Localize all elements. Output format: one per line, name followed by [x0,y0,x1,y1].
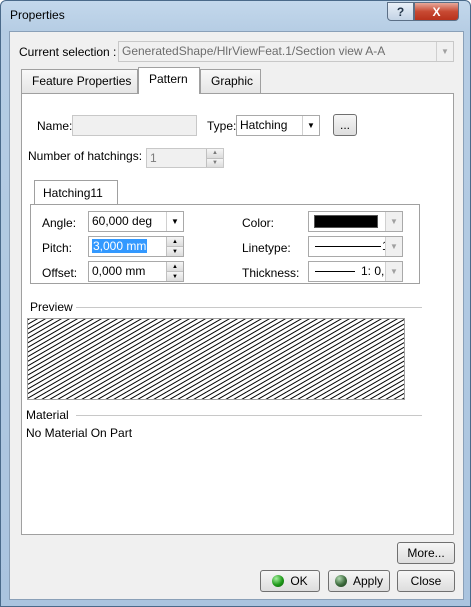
chevron-down-icon: ▼ [385,212,402,231]
angle-value: 60,000 deg [92,214,153,228]
thickness-preview-line [315,271,355,272]
current-selection-label: Current selection : [19,45,117,59]
num-hatchings-label: Number of hatchings: [28,149,143,163]
name-input[interactable] [72,115,197,136]
current-selection-value: GeneratedShape/HlrViewFeat.1/Section vie… [122,44,386,58]
close-button-label: Close [410,574,442,588]
hatch-pattern-graphic [28,319,404,399]
subtab-label: Hatching11 [43,186,103,200]
tab-label: Graphic [211,74,254,88]
window-close-button[interactable]: X [414,2,459,21]
material-divider [76,415,422,416]
type-value: Hatching [240,118,288,132]
spin-arrows-icon[interactable]: ▲ ▼ [206,149,223,167]
pitch-value: 3,000 mm [92,239,148,253]
pattern-panel: Name: Type: Hatching ▼ ... Number of hat… [21,93,454,535]
tab-graphic[interactable]: Graphic [200,69,261,93]
apply-button-label: Apply [352,574,384,588]
ok-button[interactable]: OK [260,570,320,592]
type-select[interactable]: Hatching ▼ [236,115,320,136]
spin-arrows-icon[interactable]: ▲ ▼ [166,262,183,281]
thickness-select[interactable]: 1: 0, ▼ [308,261,403,282]
material-value: No Material On Part [26,426,133,440]
tab-label: Feature Properties [32,74,132,88]
chevron-down-icon: ▼ [302,116,319,135]
more-dots-label: ... [339,118,350,132]
color-swatch [314,215,378,228]
offset-spinner[interactable]: 0,000 mm ▲ ▼ [88,261,184,282]
preview-label: Preview [30,300,73,314]
help-button[interactable]: ? [387,2,414,21]
offset-label: Offset: [42,266,78,280]
properties-window: Properties ? X Current selection : Gener… [0,0,471,607]
type-more-button[interactable]: ... [333,114,357,136]
offset-value: 0,000 mm [92,264,146,278]
apply-button[interactable]: Apply [328,570,390,592]
chevron-down-icon: ▼ [385,262,402,281]
material-label: Material [26,408,69,422]
linetype-label: Linetype: [242,241,291,255]
title-bar[interactable]: Properties ? X [1,1,470,31]
subtab-hatching11[interactable]: Hatching11 [34,180,118,205]
angle-select[interactable]: 60,000 deg ▼ [88,211,184,232]
tab-pattern[interactable]: Pattern [138,67,200,94]
chevron-down-icon: ▼ [385,237,402,256]
num-hatchings-spinner[interactable]: 1 ▲ ▼ [146,148,224,168]
green-dot-icon [272,575,285,587]
chevron-down-icon: ▼ [436,42,453,61]
close-icon: X [432,4,441,19]
linetype-preview-line [315,246,381,247]
chevron-down-icon: ▼ [166,212,183,231]
help-icon: ? [396,4,405,19]
ok-button-label: OK [290,574,308,588]
thickness-value: 1: 0, [361,264,385,278]
color-label: Color: [242,216,275,230]
more-button-label: More... [407,546,445,560]
thickness-label: Thickness: [242,266,300,280]
tab-label: Pattern [149,72,188,86]
window-title: Properties [10,8,65,22]
name-label: Name: [37,119,73,133]
pitch-label: Pitch: [42,241,73,255]
more-button[interactable]: More... [397,542,455,564]
num-hatchings-value: 1 [150,151,157,165]
color-select[interactable]: ▼ [308,211,403,232]
current-selection-combo: GeneratedShape/HlrViewFeat.1/Section vie… [118,41,454,62]
pitch-spinner[interactable]: 3,000 mm ▲ ▼ [88,236,184,257]
dark-green-dot-icon [334,575,347,587]
hatch-preview [27,318,405,400]
tab-feature-properties[interactable]: Feature Properties [21,69,138,93]
linetype-select[interactable]: 1 ▼ [308,236,403,257]
dialog-body: Current selection : GeneratedShape/HlrVi… [9,31,464,600]
spin-arrows-icon[interactable]: ▲ ▼ [166,237,183,256]
preview-divider [76,307,422,308]
type-label: Type: [207,119,237,133]
close-button[interactable]: Close [397,570,455,592]
angle-label: Angle: [42,216,77,230]
